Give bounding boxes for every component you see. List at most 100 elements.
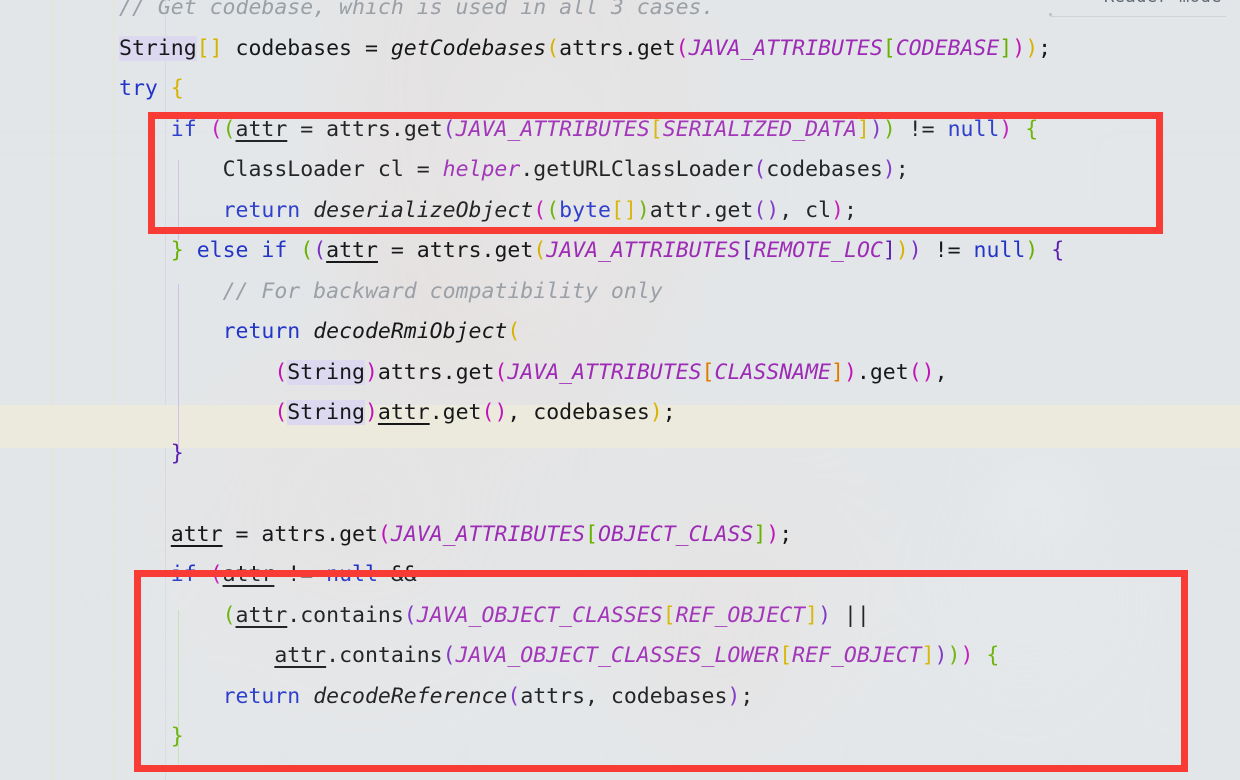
code-token: ) xyxy=(1025,35,1039,61)
code-token: ) xyxy=(649,400,663,425)
code-line[interactable]: } xyxy=(0,434,1240,475)
code-token: decodeReference xyxy=(313,683,508,709)
code-token: JAVA_ATTRIBUTES xyxy=(688,35,883,61)
code-token: byte xyxy=(559,197,611,223)
code-token: else xyxy=(196,238,249,263)
code-line[interactable]: attr.contains(JAVA_OBJECT_CLASSES_LOWER[… xyxy=(0,636,1240,677)
code-token: ( xyxy=(222,116,236,142)
code-token: String xyxy=(287,400,365,425)
code-token: ) xyxy=(934,643,948,668)
code-token: ) xyxy=(947,643,961,668)
code-token: ) xyxy=(921,359,935,385)
code-token: ] xyxy=(999,35,1013,61)
code-token: codebases xyxy=(766,157,883,182)
code-token: if xyxy=(170,562,197,587)
code-line[interactable]: (String)attr.get(), codebases); xyxy=(0,393,1240,434)
code-token: [ xyxy=(882,35,896,61)
code-token: = xyxy=(416,157,430,182)
code-token: != xyxy=(287,562,314,587)
code-line[interactable]: ClassLoader cl = helper.getURLClassLoade… xyxy=(0,150,1240,191)
code-token: getCodebases xyxy=(390,35,547,61)
code-line[interactable]: // For backward compatibility only xyxy=(0,272,1240,313)
code-token: attrs.get xyxy=(248,521,378,547)
code-token: .getURLClassLoader xyxy=(520,157,754,182)
code-line[interactable]: attr = attrs.get(JAVA_ATTRIBUTES[OBJECT_… xyxy=(0,515,1240,556)
code-line[interactable]: // Get codebase, which is used in all 3 … xyxy=(0,0,1240,29)
code-token: ( xyxy=(313,238,327,263)
code-token: ) xyxy=(831,197,844,223)
code-token: attr xyxy=(235,116,288,142)
code-line[interactable]: return decodeReference(attrs, codebases)… xyxy=(0,677,1240,718)
code-token: JAVA_OBJECT_CLASSES xyxy=(416,602,663,628)
code-token: null xyxy=(947,116,1000,142)
code-line[interactable]: String[] codebases = getCodebases(attrs.… xyxy=(0,29,1240,70)
code-token: SERIALIZED_DATA xyxy=(662,116,857,142)
code-token: ( xyxy=(533,238,547,263)
code-token: attrs.get xyxy=(313,116,443,142)
code-line[interactable] xyxy=(0,474,1240,515)
code-token: ( xyxy=(442,116,456,142)
code-token: null xyxy=(326,562,378,587)
code-token: ] xyxy=(831,359,844,385)
code-token: JAVA_ATTRIBUTES xyxy=(507,359,702,385)
code-token: ( xyxy=(442,643,456,668)
code-token: [ xyxy=(740,238,754,263)
code-token: { xyxy=(170,76,184,101)
code-token: ( xyxy=(546,197,560,223)
code-token: ) xyxy=(895,238,909,263)
code-line[interactable]: (String)attrs.get(JAVA_ATTRIBUTES[CLASSN… xyxy=(0,353,1240,394)
code-token: = xyxy=(364,35,378,61)
code-token: ( xyxy=(377,521,391,547)
code-token: || xyxy=(843,602,870,628)
code-token: ; xyxy=(895,157,909,182)
code-token: ) xyxy=(1025,238,1039,263)
code-token: OBJECT_CLASS xyxy=(598,521,754,547)
code-line[interactable]: if (attr != null && xyxy=(0,555,1240,596)
code-line[interactable]: } else if ((attr = attrs.get(JAVA_ATTRIB… xyxy=(0,231,1240,272)
code-token: ) xyxy=(1012,35,1026,61)
code-token: { xyxy=(1025,116,1039,142)
code-token: helper xyxy=(442,157,521,182)
code-token: attr xyxy=(222,562,275,587)
code-line[interactable]: } xyxy=(0,717,1240,758)
code-token: ( xyxy=(494,359,508,385)
code-token: = xyxy=(300,116,314,142)
code-token: ) xyxy=(999,116,1013,142)
code-line[interactable]: (attr.contains(JAVA_OBJECT_CLASSES[REF_O… xyxy=(0,596,1240,637)
code-token: [ xyxy=(779,643,793,668)
code-token: ) xyxy=(364,359,378,385)
code-token: String xyxy=(287,359,365,385)
code-token: ClassLoader xyxy=(222,157,365,182)
code-token: // Get codebase, which is used in all 3 … xyxy=(119,0,715,20)
code-token: != xyxy=(908,116,935,142)
code-token: attr xyxy=(326,238,378,263)
code-line[interactable]: return decodeRmiObject( xyxy=(0,312,1240,353)
code-line[interactable]: if ((attr = attrs.get(JAVA_ATTRIBUTES[SE… xyxy=(0,110,1240,151)
code-token: attr xyxy=(649,197,702,223)
code-token: .get xyxy=(856,359,909,385)
reader-mode-label[interactable]: Reader mode xyxy=(1104,0,1222,7)
code-token: ( xyxy=(533,197,547,223)
code-token: [ xyxy=(701,359,715,385)
code-token: .get xyxy=(701,197,754,223)
code-token: ; xyxy=(843,197,857,223)
code-token: ; xyxy=(1038,35,1052,61)
code-token: ( xyxy=(403,602,417,628)
code-token: ] xyxy=(753,521,767,547)
code-line[interactable]: try { xyxy=(0,69,1240,110)
code-area[interactable]: // Get codebase, which is used in all 3 … xyxy=(0,0,1240,780)
code-line[interactable]: return deserializeObject((byte[])attr.ge… xyxy=(0,191,1240,232)
code-token: ( xyxy=(675,35,689,61)
